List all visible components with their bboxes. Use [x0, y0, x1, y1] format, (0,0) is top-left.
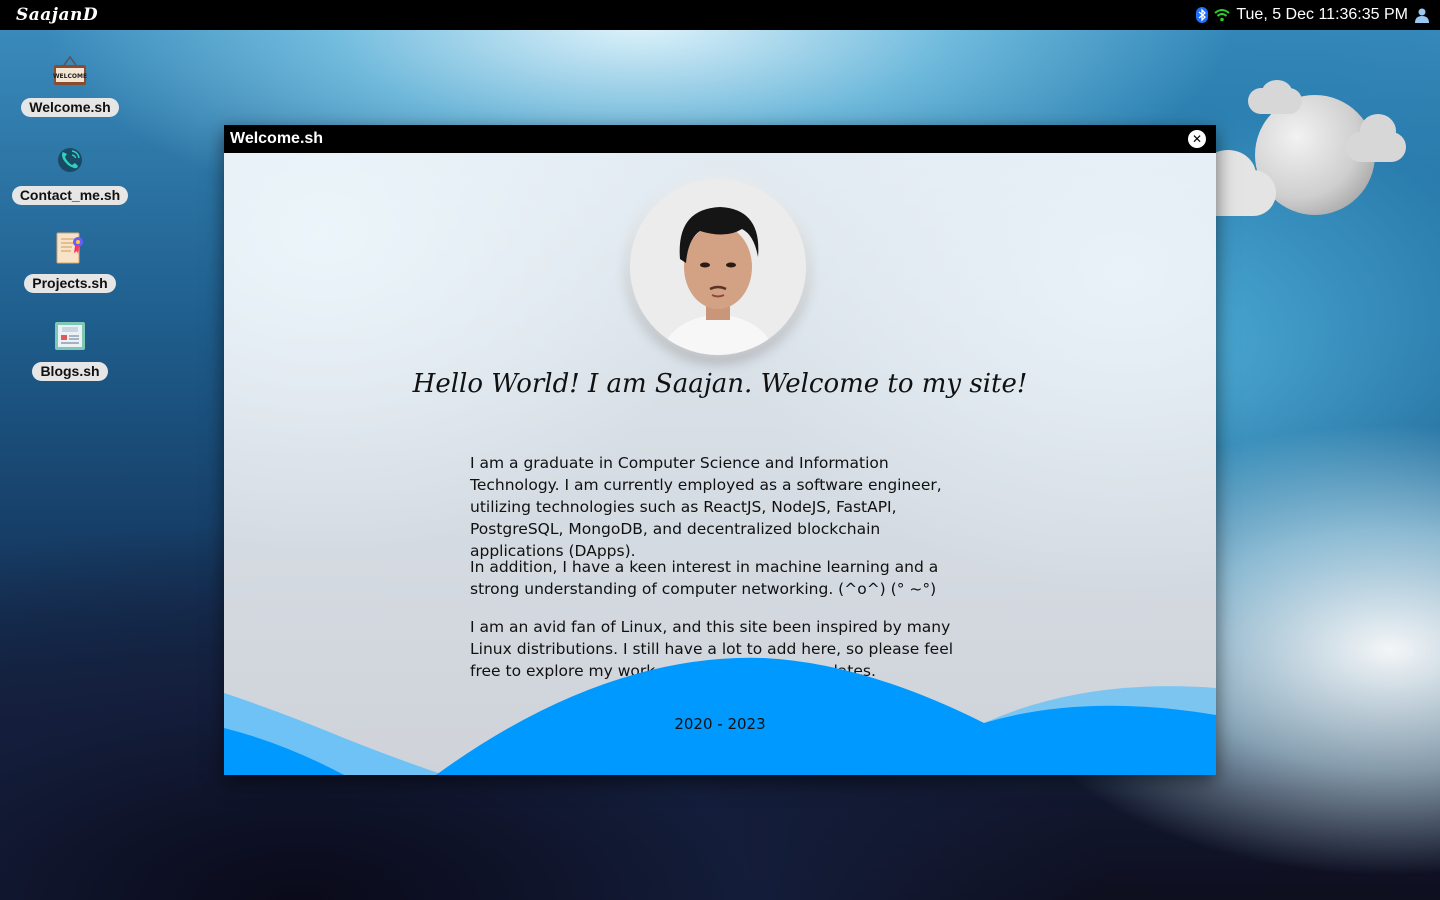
desktop-icon-projects[interactable]: Projects.sh [0, 230, 140, 293]
intro-paragraph: I am a graduate in Computer Science and … [470, 454, 942, 560]
bluetooth-icon[interactable] [1194, 7, 1210, 23]
window-titlebar[interactable]: Welcome.sh ✕ [224, 125, 1216, 153]
welcome-window[interactable]: Welcome.sh ✕ Hello World! I am Saajan. W… [224, 125, 1216, 775]
copyright-years: 2020 - 2023 [674, 715, 766, 733]
window-title: Welcome.sh [230, 130, 324, 147]
profile-avatar [630, 179, 806, 355]
desktop-icon-label: Welcome.sh [21, 98, 119, 117]
desktop-icon-label: Contact_me.sh [11, 186, 129, 205]
interests-paragraph: In addition, I have a keen interest in m… [470, 558, 939, 598]
certificate-icon [52, 230, 88, 266]
desktop-icon-label: Projects.sh [24, 274, 116, 293]
svg-text:WELCOME: WELCOME [53, 73, 87, 80]
close-icon[interactable]: ✕ [1188, 130, 1206, 148]
desktop-icon-label: Blogs.sh [32, 362, 108, 381]
wifi-icon[interactable] [1214, 7, 1230, 23]
blog-icon [52, 318, 88, 354]
window-content: Hello World! I am Saajan. Welcome to my … [224, 153, 1216, 775]
desktop-icon-blogs[interactable]: Blogs.sh [0, 318, 140, 381]
phone-icon [52, 142, 88, 178]
user-icon[interactable] [1414, 7, 1430, 23]
top-bar: SaajanD Tue, 5 Dec 11:36:35 PM [0, 0, 1440, 30]
desktop-icon-contact[interactable]: Contact_me.sh [0, 142, 140, 205]
welcome-headline: Hello World! I am Saajan. Welcome to my … [412, 369, 1028, 399]
system-tray: Tue, 5 Dec 11:36:35 PM [1194, 6, 1430, 24]
welcome-sign-icon: WELCOME [52, 54, 88, 90]
desktop-icon-welcome[interactable]: WELCOME Welcome.sh [0, 54, 140, 117]
wave-decoration [224, 657, 1216, 775]
brand-logo[interactable]: SaajanD [16, 5, 98, 25]
clock[interactable]: Tue, 5 Dec 11:36:35 PM [1236, 6, 1408, 24]
